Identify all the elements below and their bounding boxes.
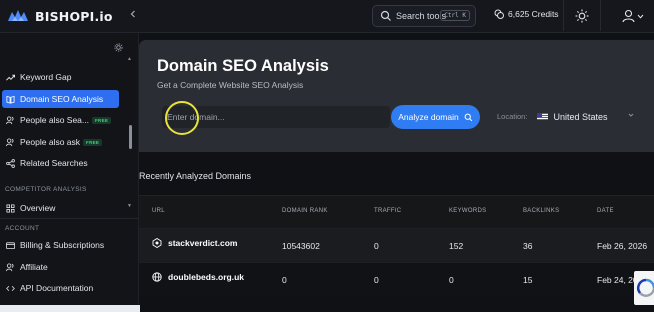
analyze-domain-button[interactable]: Analyze domain <box>391 105 480 129</box>
domain-link[interactable]: stackverdict.com <box>152 238 237 248</box>
table-row[interactable]: doublebeds.org.uk 0 0 0 15 Feb 24, 20 <box>139 262 654 296</box>
backlinks: 36 <box>523 241 533 251</box>
sidebar-item-label: Related Searches <box>20 158 88 168</box>
scroll-up-arrow[interactable]: ▲ <box>127 56 132 62</box>
users-icon <box>6 115 14 124</box>
traffic: 0 <box>374 241 379 251</box>
sidebar-item-label: API Documentation <box>20 283 94 293</box>
users-icon <box>6 262 14 271</box>
page-title: Domain SEO Analysis <box>157 57 329 75</box>
sidebar-item-related-searches[interactable]: Related Searches <box>2 154 119 172</box>
keyboard-shortcut: Ctrl K <box>440 10 470 21</box>
domain-rank: 10543602 <box>282 241 320 251</box>
location-label: Location: <box>497 112 528 121</box>
sidebar-item-people-also-ask[interactable]: People also ask FREE <box>2 133 119 151</box>
sidebar-item-label: Affiliate <box>20 262 48 272</box>
sidebar: Keyword Gap Domain SEO Analysis People a… <box>0 33 139 312</box>
free-badge: FREE <box>83 138 103 146</box>
top-bar: BISHOPI.io Search tools Ctrl K 6,625 Cre… <box>0 0 654 33</box>
us-flag-icon <box>537 113 549 120</box>
page-subtitle: Get a Complete Website SEO Analysis <box>157 80 304 90</box>
search-icon <box>464 113 472 121</box>
section-label-competitor-analysis: COMPETITOR ANALYSIS <box>5 186 87 193</box>
domain-rank: 0 <box>282 275 287 285</box>
cursor-highlight <box>165 101 199 135</box>
col-keywords: KEYWORDS <box>449 208 487 214</box>
sidebar-item-label: People also ask <box>20 137 81 147</box>
logo[interactable]: BISHOPI.io <box>6 8 113 24</box>
traffic: 0 <box>374 275 379 285</box>
logo-text: BISHOPI.io <box>35 8 113 24</box>
table-row[interactable]: stackverdict.com 10543602 0 152 36 Feb 2… <box>139 228 654 262</box>
col-date: DATE <box>597 208 614 214</box>
sidebar-item-people-also-search[interactable]: People also Sea... FREE <box>2 111 119 129</box>
user-menu-button[interactable] <box>622 9 644 23</box>
sidebar-item-label: Domain SEO Analysis <box>20 94 104 104</box>
col-url: URL <box>152 208 165 214</box>
sidebar-item-label: Billing & Subscriptions <box>20 240 105 250</box>
domain-link[interactable]: doublebeds.org.uk <box>152 272 244 282</box>
free-badge: FREE <box>92 116 112 124</box>
search-icon <box>380 10 391 21</box>
coins-icon <box>494 9 504 19</box>
sidebar-item-label: People also Sea... <box>20 115 89 125</box>
sidebar-item-billing[interactable]: Billing & Subscriptions <box>2 236 119 254</box>
recaptcha-badge[interactable] <box>634 271 654 305</box>
chevron-down-icon <box>628 113 634 117</box>
credits-display[interactable]: 6,625 Credits <box>494 9 559 19</box>
credits-label: 6,625 Credits <box>508 9 559 19</box>
globe-icon <box>152 272 162 282</box>
sidebar-item-keyword-gap[interactable]: Keyword Gap <box>2 68 119 86</box>
location-select[interactable]: Location: United States <box>492 104 644 129</box>
keywords: 0 <box>449 275 454 285</box>
sidebar-item-api-documentation[interactable]: API Documentation <box>2 279 119 297</box>
analyze-button-label: Analyze domain <box>398 112 459 122</box>
bottom-strip <box>0 305 140 312</box>
collapse-sidebar-button[interactable] <box>129 9 137 21</box>
site-favicon-icon <box>152 238 162 248</box>
backlinks: 15 <box>523 275 533 285</box>
sidebar-item-domain-seo-analysis[interactable]: Domain SEO Analysis <box>2 90 119 108</box>
sun-icon <box>575 9 589 22</box>
book-icon <box>6 95 15 104</box>
recent-domains-table: URL DOMAIN RANK TRAFFIC KEYWORDS BACKLIN… <box>139 195 654 296</box>
chevron-left-icon <box>130 10 135 18</box>
domain-url: doublebeds.org.uk <box>168 272 245 282</box>
table-header: URL DOMAIN RANK TRAFFIC KEYWORDS BACKLIN… <box>139 195 654 228</box>
bishopi-logo-icon <box>8 10 28 21</box>
grid-icon <box>6 203 15 213</box>
sidebar-item-label: Keyword Gap <box>20 72 72 82</box>
domain-url: stackverdict.com <box>168 238 238 248</box>
gear-icon[interactable] <box>114 43 123 52</box>
search-tools-label: Search tools <box>396 11 447 21</box>
users-icon <box>6 137 14 146</box>
keywords: 152 <box>449 241 464 251</box>
section-label-account: ACCOUNT <box>5 225 40 232</box>
chevron-down-icon <box>637 14 644 19</box>
theme-toggle-button[interactable] <box>563 0 601 31</box>
recaptcha-icon <box>637 278 654 297</box>
date: Feb 24, 20 <box>597 275 638 285</box>
sidebar-item-overview[interactable]: Overview <box>2 201 119 215</box>
location-value: United States <box>553 111 608 122</box>
sidebar-scrollbar[interactable] <box>129 125 132 149</box>
col-domain-rank: DOMAIN RANK <box>282 208 328 214</box>
scroll-down-arrow[interactable]: ▼ <box>127 203 132 209</box>
trend-icon <box>6 74 15 81</box>
card-icon <box>6 241 15 249</box>
recent-domains-heading: Recently Analyzed Domains <box>139 171 252 181</box>
sidebar-item-label: Overview <box>20 203 56 213</box>
search-tools-button[interactable]: Search tools Ctrl K <box>372 5 476 27</box>
share-icon <box>6 158 15 168</box>
col-backlinks: BACKLINKS <box>523 208 560 214</box>
user-icon <box>622 9 635 23</box>
date: Feb 26, 2026 <box>597 241 648 251</box>
sidebar-divider <box>0 218 138 219</box>
code-icon <box>6 285 15 291</box>
col-traffic: TRAFFIC <box>374 208 402 214</box>
sidebar-item-affiliate[interactable]: Affiliate <box>2 258 119 276</box>
